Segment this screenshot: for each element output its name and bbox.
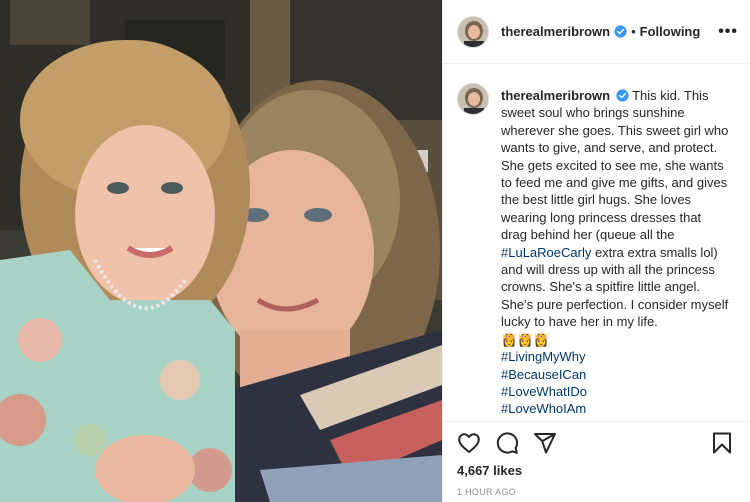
bookmark-icon[interactable] — [710, 431, 734, 455]
post-detail-panel: therealmeribrown • Following ••• thereal… — [442, 0, 750, 502]
hashtag-link[interactable]: #LuLaRoeCarly — [501, 245, 591, 260]
likes-count[interactable]: 4,667 likes — [457, 463, 522, 478]
avatar-image — [458, 84, 488, 114]
caption-username-link[interactable]: therealmeribrown — [501, 88, 610, 103]
hashtag-link[interactable]: #LoveWhoIAm — [501, 400, 729, 417]
princess-emojis: 👸👸👸 — [501, 331, 550, 347]
post-photo[interactable] — [0, 0, 442, 502]
hashtag-link[interactable]: #BecauseICan — [501, 366, 729, 383]
paper-plane-icon[interactable] — [533, 431, 557, 455]
username-link[interactable]: therealmeribrown — [501, 24, 610, 39]
action-bar — [443, 421, 750, 463]
comment-icon[interactable] — [495, 431, 519, 455]
caption-text: therealmeribrown This kid. This sweet so… — [501, 87, 729, 418]
caption-scroll-area[interactable]: therealmeribrown This kid. This sweet so… — [443, 65, 750, 421]
verified-badge-icon — [616, 89, 629, 102]
caption-body-part-1: This kid. This sweet soul who brings sun… — [501, 88, 729, 243]
caption: therealmeribrown This kid. This sweet so… — [457, 83, 736, 418]
more-options-icon[interactable]: ••• — [718, 23, 738, 41]
separator-dot: • — [631, 24, 636, 39]
hashtag-link[interactable]: #LivingMyWhy — [501, 348, 729, 365]
post-timestamp[interactable]: 1 HOUR AGO — [457, 487, 516, 497]
verified-badge-icon — [614, 25, 627, 38]
caption-avatar[interactable] — [457, 83, 489, 115]
avatar[interactable] — [457, 15, 489, 48]
selfie-image — [0, 0, 442, 502]
heart-icon[interactable] — [457, 431, 481, 455]
hashtag-link[interactable]: #LoveWhatIDo — [501, 383, 729, 400]
post-header: therealmeribrown • Following ••• — [443, 0, 750, 64]
following-button[interactable]: Following — [640, 24, 701, 39]
avatar-image — [458, 16, 488, 47]
